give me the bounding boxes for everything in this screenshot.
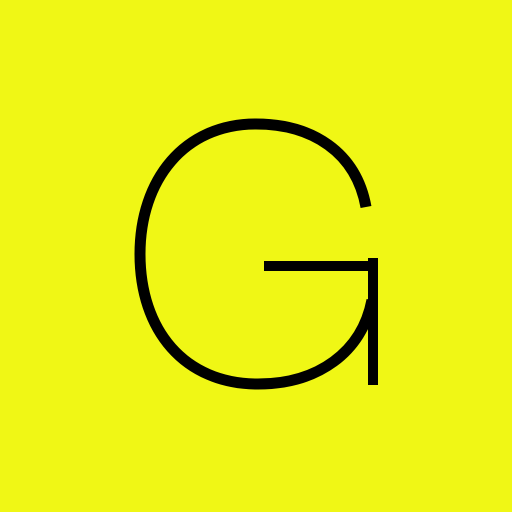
app-icon: G (0, 0, 512, 512)
g-letter-logo: G (0, 0, 512, 512)
icon-background (0, 0, 512, 512)
